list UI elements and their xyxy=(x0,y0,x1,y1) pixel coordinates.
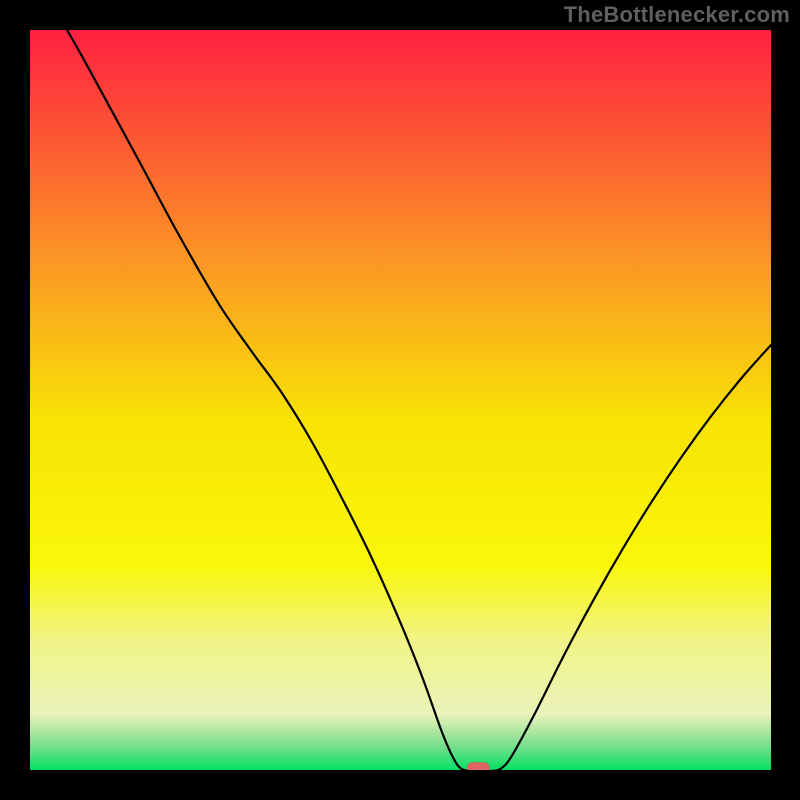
minimum-marker xyxy=(467,763,489,771)
chart-container: TheBottlenecker.com xyxy=(0,0,800,800)
bottleneck-chart xyxy=(30,30,771,771)
plot-background xyxy=(30,30,771,771)
attribution-label: TheBottlenecker.com xyxy=(564,2,790,28)
